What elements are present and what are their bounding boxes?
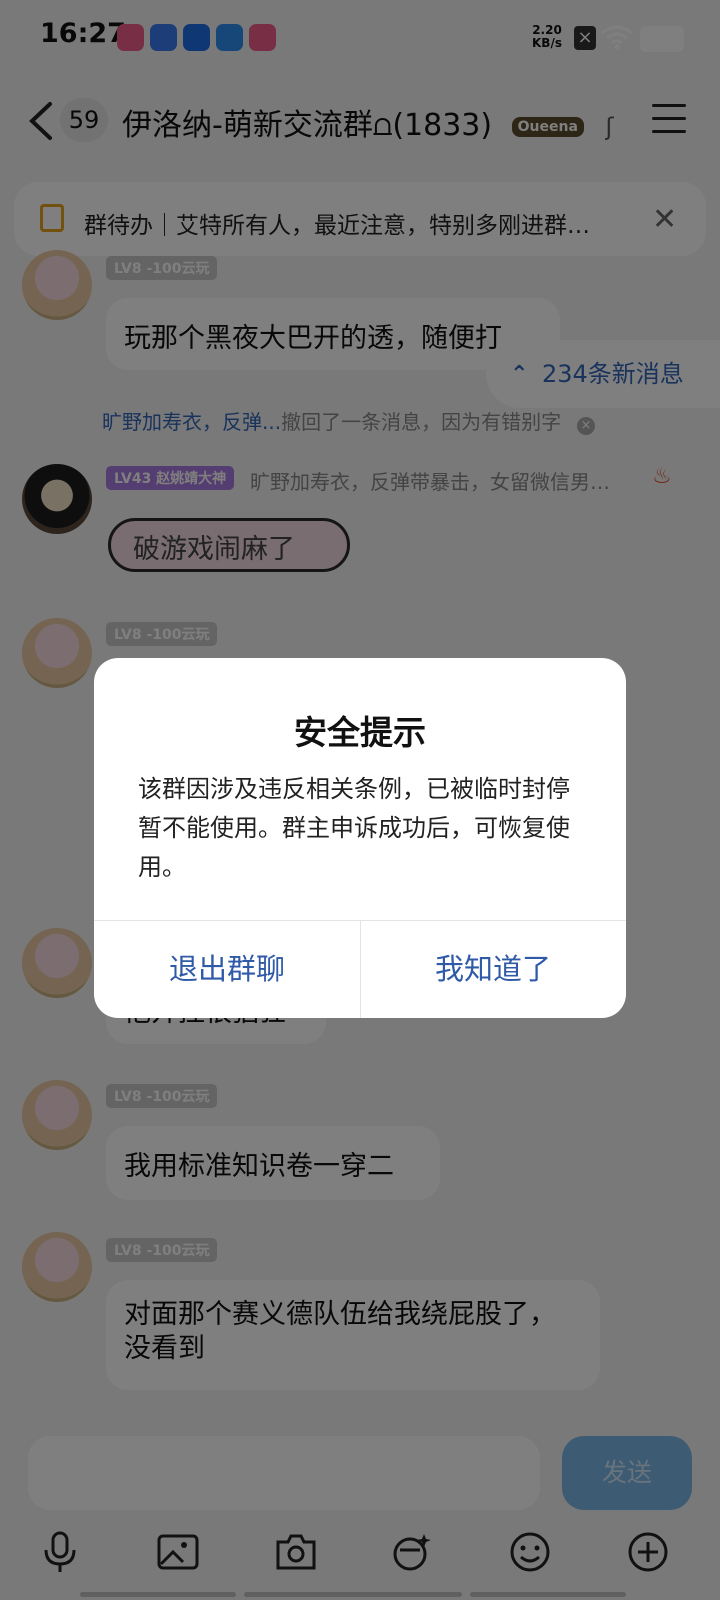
exit-group-button[interactable]: 退出群聊	[94, 920, 360, 1018]
dialog-title: 安全提示	[294, 713, 426, 752]
security-dialog: 安全提示 该群因涉及违反相关条例，已被临时封停暂不能使用。群主申诉成功后，可恢复…	[94, 658, 626, 1018]
acknowledge-button[interactable]: 我知道了	[360, 920, 626, 1018]
dialog-message: 该群因涉及违反相关条例，已被临时封停暂不能使用。群主申诉成功后，可恢复使用。	[138, 775, 570, 881]
